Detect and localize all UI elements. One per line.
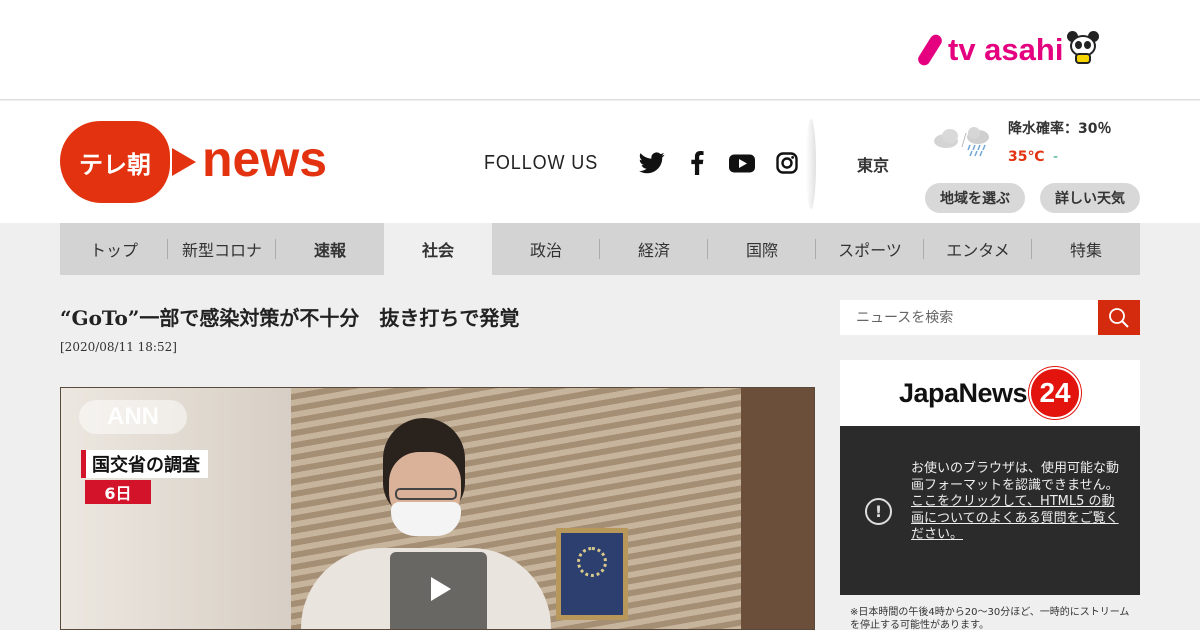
temperature-min: - (1053, 149, 1059, 165)
instagram-icon[interactable] (773, 151, 801, 175)
nav-item-covid[interactable]: 新型コロナ (168, 223, 276, 275)
nav-item-breaking[interactable]: 速報 (276, 223, 384, 275)
logo-arrow-icon (172, 148, 196, 176)
follow-us-label: FOLLOW US (484, 151, 599, 174)
player-error-text: お使いのブラウザは、使用可能な動画フォーマットを認識できません。 (911, 461, 1120, 493)
article-title: “GoTo”一部で感染対策が不十分 抜き打ちで発覚 (60, 306, 520, 330)
top-strip: tv asahi (0, 0, 1200, 100)
play-button[interactable] (390, 552, 487, 629)
search-input[interactable] (840, 300, 1098, 335)
logo-news-text: news (202, 131, 328, 187)
news-search (840, 300, 1140, 335)
nav-item-economy[interactable]: 経済 (600, 223, 708, 275)
nav-item-international[interactable]: 国際 (708, 223, 816, 275)
logo-badge: テレ朝 (60, 121, 170, 203)
play-icon (430, 576, 451, 601)
weather-city: 東京 (857, 156, 890, 175)
video-caption-title: 国交省の調査 (81, 450, 208, 478)
header-divider (806, 119, 816, 209)
player-error-message: お使いのブラウザは、使用可能な動画フォーマットを認識できません。 ここをクリック… (911, 461, 1123, 544)
japanews24-header[interactable]: JapaNews 24 (840, 360, 1140, 426)
temperature: 35℃ (1008, 149, 1045, 165)
video-caption-date: 6日 (85, 480, 151, 504)
tele-asa-news-logo[interactable]: テレ朝 news (60, 121, 327, 203)
nav-item-society[interactable]: 社会 (384, 223, 492, 275)
select-region-button[interactable]: 地域を選ぶ (925, 183, 1025, 213)
tv-asahi-logo[interactable]: tv asahi (915, 31, 1100, 68)
youtube-icon[interactable] (728, 151, 756, 175)
nav-item-entertainment[interactable]: エンタメ (924, 223, 1032, 275)
error-icon: ! (865, 498, 892, 525)
nav-item-top[interactable]: トップ (60, 223, 168, 275)
article-date: [2020/08/11 18:52] (60, 340, 177, 354)
search-button[interactable] (1098, 300, 1140, 335)
video-scene-glasses (395, 488, 457, 500)
category-nav: トップ 新型コロナ 速報 社会 政治 経済 国際 スポーツ エンタメ 特集 (60, 223, 1140, 275)
nav-item-sports[interactable]: スポーツ (816, 223, 924, 275)
video-scene-pillar (741, 388, 814, 629)
weather-details-button[interactable]: 詳しい天気 (1040, 183, 1140, 213)
ann-watermark: ANN (79, 400, 187, 434)
japanews-24-badge: 24 (1029, 367, 1082, 419)
rain-probability: 降水確率：30％ (1008, 121, 1112, 137)
site-header: テレ朝 news FOLLOW US 東京 降水確率：30％ 35℃ - 地域を… (0, 101, 1200, 223)
html5-faq-link[interactable]: ここをクリックして、HTML5 の動画についてのよくある質問をご覧ください。 (911, 494, 1123, 544)
nav-item-features[interactable]: 特集 (1032, 223, 1140, 275)
tv-asahi-text: tv asahi (948, 32, 1064, 67)
tv-asahi-slash-icon (915, 32, 945, 68)
twitter-icon[interactable] (638, 151, 666, 175)
nav-item-politics[interactable]: 政治 (492, 223, 600, 275)
article-video[interactable]: ANN 国交省の調査 6日 (60, 387, 815, 630)
panda-mascot-icon (1067, 31, 1100, 64)
japanews-title: JapaNews (898, 377, 1028, 408)
japanews24-player: ! お使いのブラウザは、使用可能な動画フォーマットを認識できません。 ここをクリ… (840, 426, 1140, 595)
cloudy-rain-icon (932, 125, 992, 157)
video-scene-plaque (556, 528, 628, 620)
video-scene-mask (391, 502, 461, 536)
facebook-icon[interactable] (683, 151, 711, 175)
follow-us: FOLLOW US (484, 151, 801, 175)
stream-note: ※日本時間の午後4時から20～30分ほど、一時的にストリームを停止する可能性があ… (850, 607, 1130, 630)
search-icon (1109, 307, 1129, 328)
